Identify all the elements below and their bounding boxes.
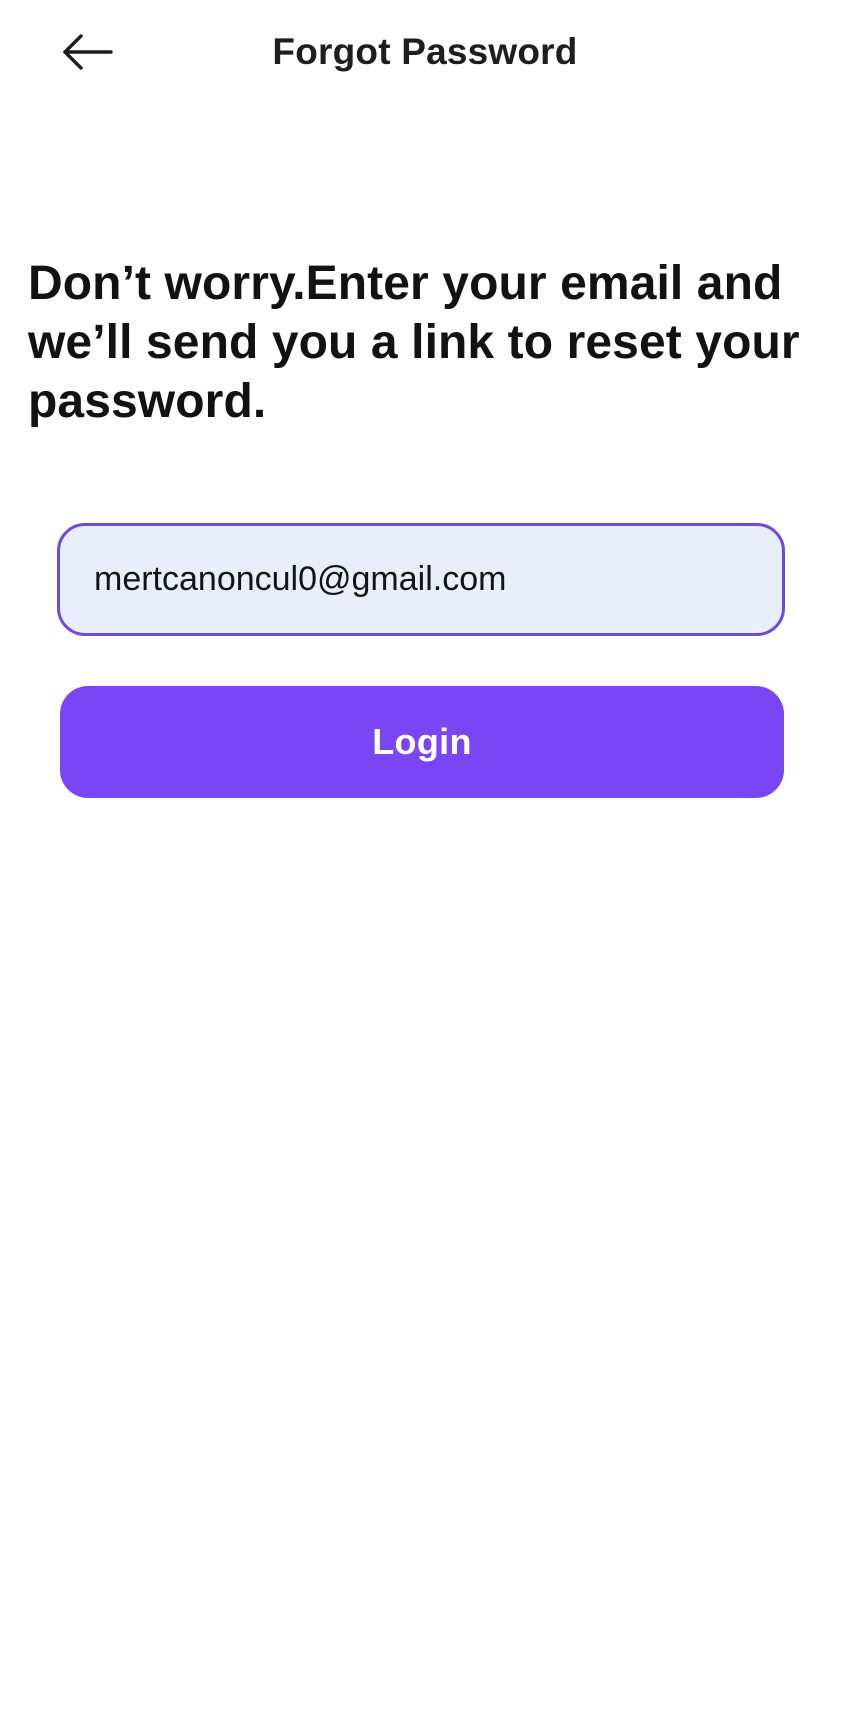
email-field[interactable] bbox=[57, 523, 785, 636]
login-button[interactable]: Login bbox=[60, 686, 784, 798]
app-header: Forgot Password bbox=[0, 0, 844, 110]
instructions-text: Don’t worry.Enter your email and we’ll s… bbox=[28, 257, 800, 428]
page-title: Forgot Password bbox=[272, 31, 578, 72]
